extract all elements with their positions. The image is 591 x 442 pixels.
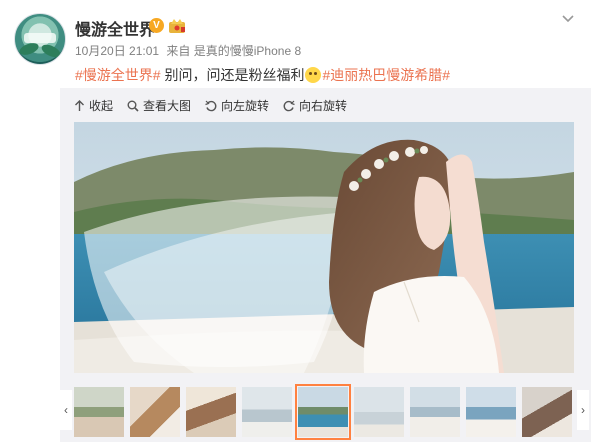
view-large-label: 查看大图: [143, 99, 192, 113]
rotate-right-button[interactable]: 向右旋转: [283, 97, 347, 114]
avatar-leaf: [17, 40, 41, 58]
thumbnail-strip: [60, 382, 591, 442]
thumbnail[interactable]: [74, 387, 124, 437]
thumbnail[interactable]: [466, 387, 516, 437]
post-body: 别问，问还是粉丝福利: [160, 67, 305, 83]
verified-icon[interactable]: V: [149, 18, 164, 33]
post-meta: 10月20日 21:01 来自 是真的慢慢iPhone 8: [75, 42, 301, 59]
thumbnail[interactable]: [242, 387, 292, 437]
rotate-left-label: 向左旋转: [221, 99, 270, 113]
chevron-down-icon[interactable]: [561, 12, 575, 26]
collapse-label: 收起: [89, 99, 114, 113]
rotate-left-icon: [205, 100, 217, 111]
emoji-icon: [305, 67, 322, 83]
hashtag-link[interactable]: #迪丽热巴慢游希腊#: [322, 67, 450, 83]
avatar-logo: [24, 33, 56, 43]
post-text: #慢游全世界# 别问，问还是粉丝福利 #迪丽热巴慢游希腊#: [75, 65, 450, 85]
zoom-icon: [127, 100, 139, 112]
collapse-icon: [75, 99, 84, 111]
post-source[interactable]: 是真的慢慢iPhone 8: [194, 44, 301, 58]
username[interactable]: 慢游全世界: [75, 16, 155, 40]
source-prefix: 来自: [166, 44, 191, 58]
view-large-button[interactable]: 查看大图: [127, 97, 191, 114]
media-toolbar: 收起 查看大图 向左旋转 向右旋转: [74, 97, 361, 114]
thumbnail[interactable]: [410, 387, 460, 437]
rotate-right-icon: [283, 100, 295, 111]
thumbnail[interactable]: [186, 387, 236, 437]
hashtag-link[interactable]: #慢游全世界#: [75, 67, 161, 83]
thumbnail-selected[interactable]: [295, 384, 351, 440]
avatar[interactable]: [14, 13, 66, 65]
thumbnail[interactable]: [522, 387, 572, 437]
main-photo[interactable]: [74, 122, 574, 373]
post-date[interactable]: 10月20日 21:01: [75, 44, 159, 58]
collapse-button[interactable]: 收起: [74, 97, 113, 114]
rotate-right-label: 向右旋转: [299, 99, 348, 113]
avatar-leaf: [39, 42, 63, 60]
rotate-left-button[interactable]: 向左旋转: [205, 97, 269, 114]
crown-icon[interactable]: [168, 16, 186, 34]
thumbnail[interactable]: [130, 387, 180, 437]
thumbnail[interactable]: [354, 387, 404, 437]
